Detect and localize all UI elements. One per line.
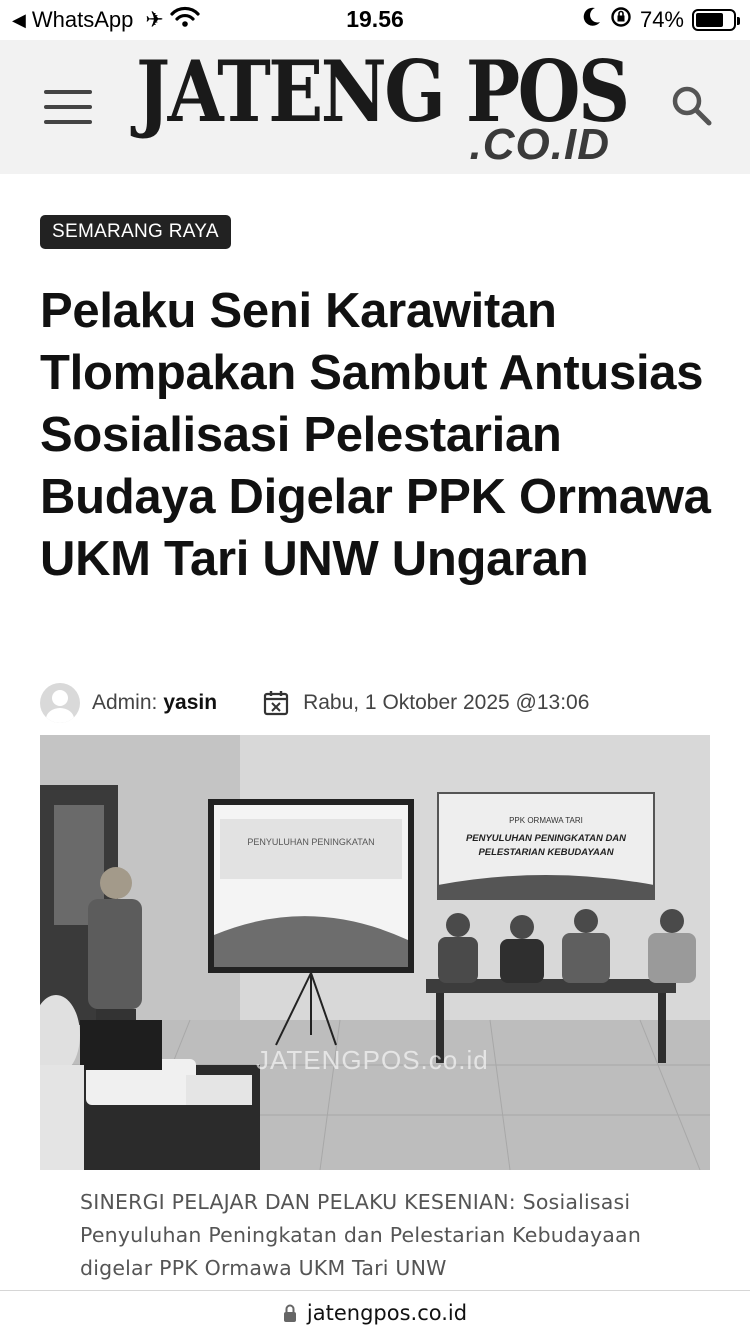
article-meta: Admin: yasin Rabu, 1 Oktober 2025 @13:06 bbox=[40, 682, 720, 724]
status-bar: ◀ WhatsApp ✈ 19.56 74% bbox=[0, 0, 750, 40]
svg-text:PENYULUHAN PENINGKATAN DAN: PENYULUHAN PENINGKATAN DAN bbox=[466, 833, 627, 844]
article-photo[interactable]: PENYULUHAN PENINGKATAN PPK ORMAWA TARI P… bbox=[40, 735, 710, 1170]
category-badge[interactable]: SEMARANG RAYA bbox=[40, 215, 231, 249]
screen-text: PENYULUHAN PENINGKATAN bbox=[247, 837, 374, 847]
moon-icon bbox=[582, 6, 602, 34]
lock-icon bbox=[283, 1304, 296, 1322]
search-icon bbox=[672, 86, 712, 126]
svg-text:PELESTARIAN KEBUDAYAAN: PELESTARIAN KEBUDAYAAN bbox=[478, 847, 614, 858]
rotation-lock-icon bbox=[610, 6, 632, 34]
hamburger-line bbox=[44, 120, 92, 124]
search-button[interactable] bbox=[670, 84, 714, 128]
battery-percent: 74% bbox=[639, 7, 684, 32]
article-date: Rabu, 1 Oktober 2025 @13:06 bbox=[303, 691, 590, 714]
site-header: JATENG POS .CO.ID bbox=[0, 40, 750, 174]
site-logo[interactable]: JATENG POS .CO.ID bbox=[136, 40, 630, 174]
hamburger-menu-button[interactable] bbox=[44, 90, 92, 126]
battery-icon bbox=[692, 9, 740, 31]
author-avatar bbox=[40, 683, 80, 723]
author-prefix: Admin: bbox=[92, 691, 158, 714]
article-title: Pelaku Seni Karawitan Tlompakan Sambut A… bbox=[40, 284, 711, 586]
photo-watermark: JATENGPOS.co.id bbox=[256, 1045, 489, 1075]
author-name[interactable]: yasin bbox=[163, 691, 217, 715]
logo-sub-text: .CO.ID bbox=[469, 120, 610, 169]
photo-caption: SINERGI PELAJAR DAN PELAKU KESENIAN: Sos… bbox=[80, 1190, 642, 1280]
banner-title: PPK ORMAWA TARI bbox=[509, 816, 583, 825]
hamburger-line bbox=[44, 90, 92, 94]
calendar-icon bbox=[263, 691, 289, 716]
url-domain: jatengpos.co.id bbox=[306, 1300, 468, 1325]
url-bar[interactable]: jatengpos.co.id bbox=[0, 1290, 750, 1334]
photo-illustration: PENYULUHAN PENINGKATAN PPK ORMAWA TARI P… bbox=[40, 735, 710, 1170]
hamburger-line bbox=[44, 105, 92, 109]
